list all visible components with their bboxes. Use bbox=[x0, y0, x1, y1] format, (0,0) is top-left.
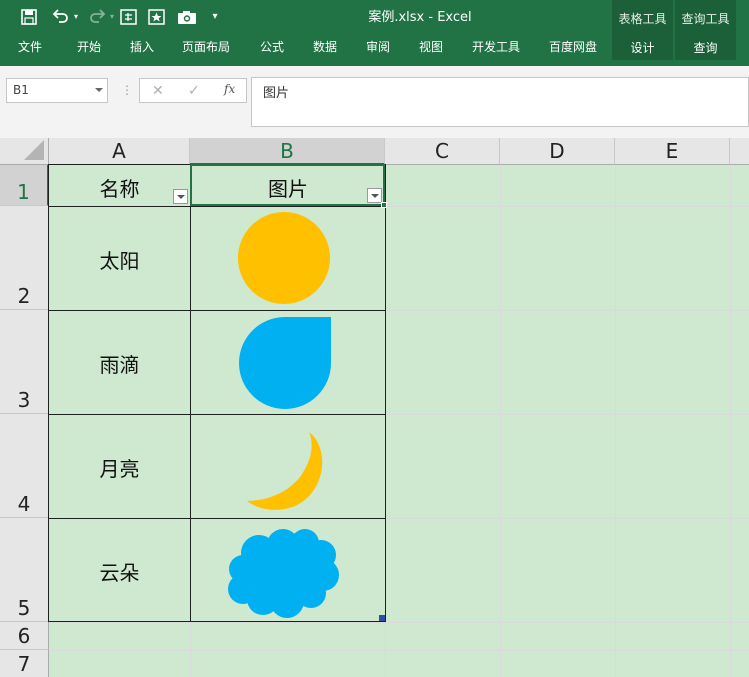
column-header-a[interactable]: A bbox=[49, 138, 190, 165]
column-header-d[interactable]: D bbox=[500, 138, 615, 165]
column-header-b[interactable]: B bbox=[190, 138, 385, 165]
row-header-6[interactable]: 6 bbox=[0, 622, 49, 650]
title-bar: ▾ ▾ ▾ 案例.xlsx - Excel 表格工具 设计 查询工具 查询 bbox=[0, 0, 749, 60]
row-number: 4 bbox=[17, 492, 31, 516]
cell-a1[interactable]: 名称 bbox=[48, 164, 191, 207]
window-title: 案例.xlsx - Excel bbox=[368, 10, 472, 25]
tab-query[interactable]: 查询 bbox=[675, 39, 736, 56]
row-header-1[interactable]: 1 bbox=[0, 165, 49, 206]
header-name: 名称 bbox=[99, 177, 140, 201]
gridline bbox=[615, 165, 616, 677]
row-number: 5 bbox=[17, 596, 31, 620]
name-cloud: 云朵 bbox=[99, 561, 140, 585]
formula-bar-grip-icon[interactable]: ⋮ bbox=[121, 80, 133, 100]
formula-input[interactable]: 图片 bbox=[251, 77, 749, 127]
tab-baidu-netdisk[interactable]: 百度网盘 bbox=[549, 38, 597, 55]
table-tools-group: 表格工具 设计 bbox=[612, 0, 673, 60]
row-header-2[interactable]: 2 bbox=[0, 206, 49, 310]
cancel-icon[interactable]: ✕ bbox=[152, 81, 164, 101]
row-header-5[interactable]: 5 bbox=[0, 518, 49, 622]
table-tools-label: 表格工具 bbox=[618, 12, 667, 26]
cell-a5[interactable]: 云朵 bbox=[48, 518, 191, 622]
sun-icon bbox=[238, 212, 330, 304]
row-header-3[interactable]: 3 bbox=[0, 310, 49, 414]
query-tools-label: 查询工具 bbox=[681, 12, 730, 26]
save-icon[interactable] bbox=[20, 6, 40, 28]
cell-a4[interactable]: 月亮 bbox=[48, 414, 191, 519]
row-number: 6 bbox=[17, 624, 31, 648]
cloud-shape[interactable] bbox=[191, 519, 385, 621]
row-number: 3 bbox=[17, 388, 31, 412]
tab-data[interactable]: 数据 bbox=[313, 38, 337, 55]
gridline bbox=[49, 650, 749, 651]
row-number: 2 bbox=[17, 284, 31, 308]
name-box[interactable]: B1 bbox=[6, 78, 108, 103]
redo-dropdown-icon[interactable]: ▾ bbox=[108, 6, 116, 28]
row-number: 1 bbox=[17, 180, 30, 204]
camera-icon[interactable] bbox=[177, 6, 197, 28]
name-raindrop: 雨滴 bbox=[99, 353, 140, 377]
raindrop-shape[interactable] bbox=[191, 311, 385, 414]
table-resize-handle[interactable] bbox=[379, 615, 385, 621]
raindrop-icon bbox=[239, 317, 331, 409]
name-sun: 太阳 bbox=[99, 249, 140, 273]
gridline bbox=[385, 622, 386, 677]
formula-buttons: ✕ ✓ fx bbox=[139, 78, 247, 103]
select-all-icon bbox=[24, 140, 44, 160]
enter-icon[interactable]: ✓ bbox=[188, 81, 200, 101]
moon-shape[interactable] bbox=[191, 415, 385, 518]
tab-design[interactable]: 设计 bbox=[612, 39, 673, 56]
tab-review[interactable]: 审阅 bbox=[366, 38, 390, 55]
row-header-4[interactable]: 4 bbox=[0, 414, 49, 518]
tab-page-layout[interactable]: 页面布局 bbox=[182, 38, 230, 55]
customize-icon[interactable]: ▾ bbox=[207, 6, 223, 28]
gridline bbox=[730, 165, 731, 677]
gridline bbox=[49, 622, 749, 623]
cell-b5[interactable] bbox=[190, 518, 386, 622]
cell-b4[interactable] bbox=[190, 414, 386, 519]
fill-handle[interactable] bbox=[381, 202, 387, 208]
form-icon[interactable] bbox=[119, 6, 139, 28]
select-all-button[interactable] bbox=[0, 138, 49, 165]
cell-a3[interactable]: 雨滴 bbox=[48, 310, 191, 415]
name-moon: 月亮 bbox=[99, 457, 140, 481]
tab-insert[interactable]: 插入 bbox=[130, 38, 154, 55]
filter-sort-button[interactable] bbox=[173, 189, 188, 204]
redo-icon[interactable] bbox=[86, 6, 108, 28]
filter-button[interactable] bbox=[367, 188, 382, 203]
star-doc-icon[interactable] bbox=[147, 6, 167, 28]
gridline bbox=[500, 165, 501, 677]
cloud-icon bbox=[228, 529, 339, 618]
column-header-f[interactable] bbox=[730, 138, 749, 165]
tab-view[interactable]: 视图 bbox=[419, 38, 443, 55]
undo-icon[interactable] bbox=[50, 6, 72, 28]
tab-formulas[interactable]: 公式 bbox=[260, 38, 284, 55]
cell-a2[interactable]: 太阳 bbox=[48, 206, 191, 311]
header-picture: 图片 bbox=[268, 177, 308, 201]
sun-shape[interactable] bbox=[191, 207, 385, 310]
query-tools-group: 查询工具 查询 bbox=[675, 0, 736, 60]
tab-home[interactable]: 开始 bbox=[77, 38, 101, 55]
cell-b1[interactable]: 图片 bbox=[190, 164, 386, 207]
cell-b2[interactable] bbox=[190, 206, 386, 311]
column-header-c[interactable]: C bbox=[385, 138, 500, 165]
insert-function-icon[interactable]: fx bbox=[224, 82, 235, 96]
name-box-dropdown-icon[interactable] bbox=[95, 88, 103, 92]
column-header-e[interactable]: E bbox=[615, 138, 730, 165]
moon-icon bbox=[247, 432, 323, 510]
gridline bbox=[190, 622, 191, 677]
row-header-7[interactable]: 7 bbox=[0, 650, 49, 677]
tab-developer[interactable]: 开发工具 bbox=[472, 38, 520, 55]
row-number: 7 bbox=[17, 652, 31, 676]
undo-dropdown-icon[interactable]: ▾ bbox=[72, 6, 80, 28]
tab-file[interactable]: 文件 bbox=[18, 38, 42, 55]
ribbon-tabs: 文件 开始 插入 页面布局 公式 数据 审阅 视图 开发工具 百度网盘 bbox=[0, 34, 612, 60]
cell-b3[interactable] bbox=[190, 310, 386, 415]
